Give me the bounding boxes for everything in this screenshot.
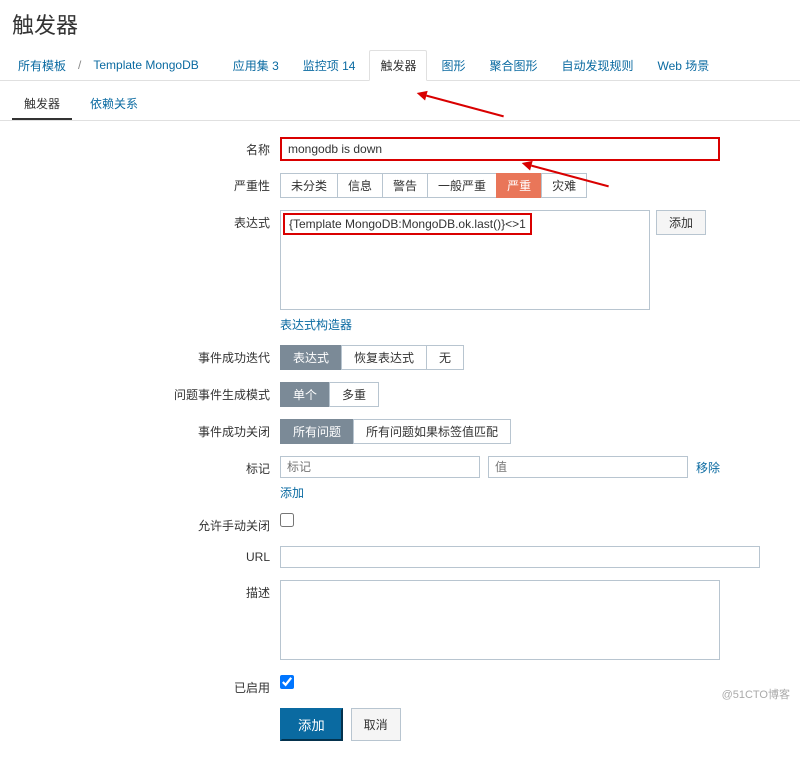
- expression-add-button[interactable]: 添加: [656, 210, 706, 235]
- sev-unclassified[interactable]: 未分类: [280, 173, 337, 198]
- close-if-tags[interactable]: 所有问题如果标签值匹配: [353, 419, 511, 444]
- sev-high[interactable]: 严重: [496, 173, 541, 198]
- label-enabled: 已启用: [0, 675, 280, 696]
- expression-builder-link[interactable]: 表达式构造器: [280, 318, 352, 332]
- event-iter-expr[interactable]: 表达式: [280, 345, 341, 370]
- breadcrumb-nav: 所有模板 / Template MongoDB 应用集 3 监控项 14 触发器…: [0, 50, 800, 81]
- label-event-close: 事件成功关闭: [0, 419, 280, 440]
- tab-apps[interactable]: 应用集 3: [223, 51, 289, 80]
- tab-web[interactable]: Web 场景: [648, 51, 720, 80]
- description-field[interactable]: [280, 580, 720, 660]
- event-iter-none[interactable]: 无: [426, 345, 464, 370]
- cancel-button[interactable]: 取消: [351, 708, 401, 741]
- close-all[interactable]: 所有问题: [280, 419, 353, 444]
- tab-discovery[interactable]: 自动发现规则: [552, 51, 644, 80]
- label-expression: 表达式: [0, 210, 280, 231]
- label-tags: 标记: [0, 456, 280, 477]
- tab-items[interactable]: 监控项 14: [293, 51, 366, 80]
- event-close-group: 所有问题 所有问题如果标签值匹配: [280, 419, 511, 444]
- expression-value-text: {Template MongoDB:MongoDB.ok.last()}<>1: [283, 213, 532, 235]
- problem-mode-group: 单个 多重: [280, 382, 379, 407]
- label-problem-mode: 问题事件生成模式: [0, 382, 280, 403]
- label-severity: 严重性: [0, 173, 280, 194]
- tag-remove-link[interactable]: 移除: [696, 459, 720, 476]
- sev-disaster[interactable]: 灾难: [541, 173, 587, 198]
- problem-multiple[interactable]: 多重: [329, 382, 379, 407]
- breadcrumb-root[interactable]: 所有模板: [12, 51, 72, 80]
- sev-info[interactable]: 信息: [337, 173, 382, 198]
- label-manual-close: 允许手动关闭: [0, 513, 280, 534]
- subtab-trigger[interactable]: 触发器: [12, 89, 72, 120]
- submit-button[interactable]: 添加: [280, 708, 343, 741]
- tab-aggregated[interactable]: 聚合图形: [479, 51, 547, 80]
- breadcrumb-sep: /: [76, 52, 83, 78]
- problem-single[interactable]: 单个: [280, 382, 329, 407]
- tag-add-link[interactable]: 添加: [280, 486, 304, 500]
- event-iter-group: 表达式 恢复表达式 无: [280, 345, 464, 370]
- sev-warning[interactable]: 警告: [382, 173, 427, 198]
- expression-field[interactable]: {Template MongoDB:MongoDB.ok.last()}<>1: [280, 210, 650, 310]
- url-field[interactable]: [280, 546, 760, 568]
- sev-average[interactable]: 一般严重: [427, 173, 496, 198]
- enabled-checkbox[interactable]: [280, 675, 294, 689]
- trigger-form: 名称 严重性 未分类 信息 警告 一般严重 严重 灾难 表达式 {Templat…: [0, 121, 800, 763]
- label-event-iter: 事件成功迭代: [0, 345, 280, 366]
- sub-tabs: 触发器 依赖关系: [0, 81, 800, 121]
- name-field[interactable]: [280, 137, 720, 161]
- tag-name-field[interactable]: [280, 456, 480, 478]
- tab-graphs[interactable]: 图形: [431, 51, 475, 80]
- event-iter-recov[interactable]: 恢复表达式: [341, 345, 426, 370]
- page-title: 触发器: [0, 0, 800, 50]
- label-url: URL: [0, 546, 280, 564]
- label-name: 名称: [0, 137, 280, 158]
- breadcrumb-template[interactable]: Template MongoDB: [87, 52, 204, 78]
- tab-triggers[interactable]: 触发器: [369, 50, 427, 81]
- label-description: 描述: [0, 580, 280, 601]
- severity-group: 未分类 信息 警告 一般严重 严重 灾难: [280, 173, 587, 198]
- manual-close-checkbox[interactable]: [280, 513, 294, 527]
- tag-value-field[interactable]: [488, 456, 688, 478]
- watermark: @51CTO博客: [722, 686, 790, 702]
- subtab-dependencies[interactable]: 依赖关系: [78, 89, 150, 120]
